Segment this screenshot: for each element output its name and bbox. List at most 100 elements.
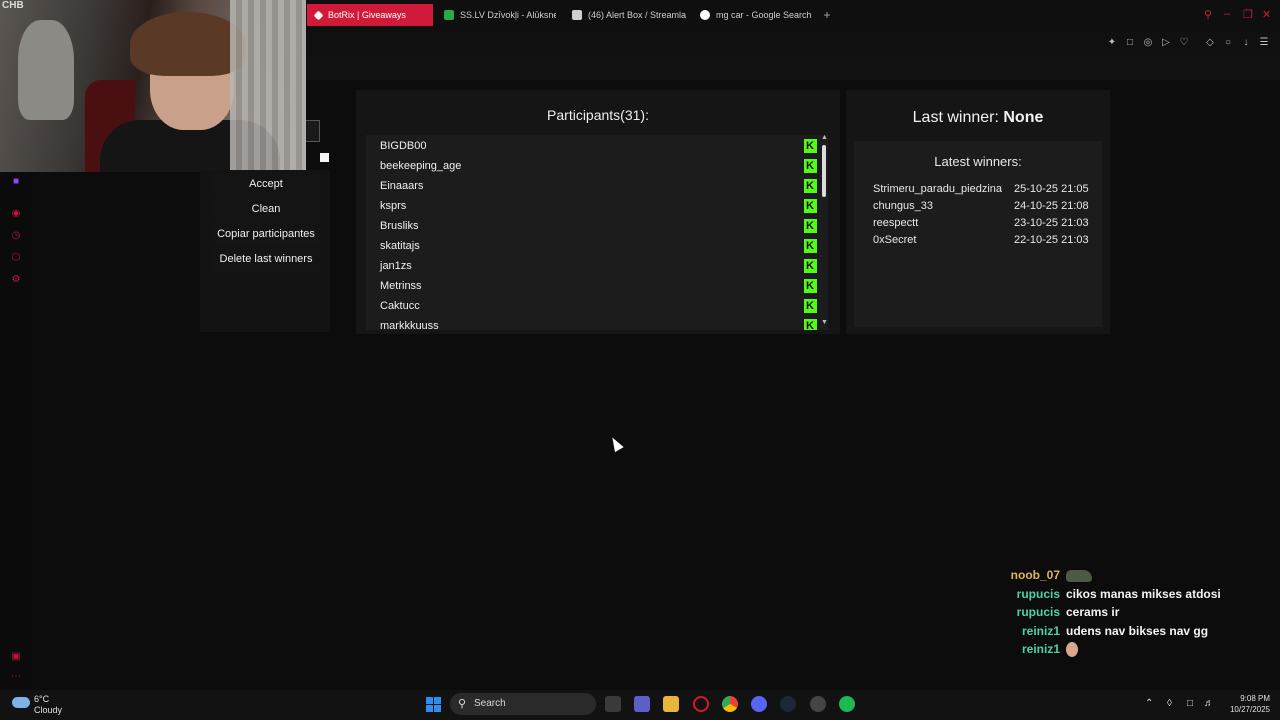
kick-platform-icon: K bbox=[804, 259, 817, 273]
accept-button[interactable]: Accept bbox=[212, 173, 320, 195]
settings-gear-icon[interactable]: ⚙ bbox=[9, 273, 23, 287]
option-checkbox[interactable] bbox=[320, 153, 329, 162]
profile-icon[interactable]: ○ bbox=[1221, 36, 1235, 50]
close-icon[interactable]: ✕ bbox=[1262, 8, 1271, 21]
task-view-icon[interactable] bbox=[605, 696, 621, 712]
steam-icon[interactable] bbox=[780, 696, 796, 712]
windows-start-icon[interactable] bbox=[426, 697, 441, 712]
winner-row: chungus_33 24-10-25 21:08 bbox=[873, 198, 1103, 215]
face-emote-icon bbox=[1066, 642, 1078, 658]
cloud-weather-icon[interactable] bbox=[12, 697, 30, 708]
tab-label: (46) Alert Box / Streamlab bbox=[588, 10, 686, 20]
network-icon[interactable]: □ bbox=[1187, 698, 1193, 709]
clean-button[interactable]: Clean bbox=[212, 198, 320, 220]
chat-message: reiniz1 udens nav bikses nav gg bbox=[1000, 622, 1208, 640]
chat-text: cerams ir bbox=[1066, 605, 1120, 619]
participant-name: jan1zs bbox=[380, 260, 412, 272]
winner-name: 0xSecret bbox=[873, 234, 917, 246]
participant-row[interactable]: beekeeping_age K bbox=[380, 156, 817, 176]
opera-gx-icon[interactable] bbox=[693, 696, 709, 712]
file-explorer-icon[interactable] bbox=[663, 696, 679, 712]
participant-name: Caktucc bbox=[380, 300, 420, 312]
participant-name: Einaaars bbox=[380, 180, 424, 192]
spotify-icon[interactable] bbox=[839, 696, 855, 712]
scroll-up-icon[interactable]: ▲ bbox=[821, 134, 828, 141]
play-icon[interactable]: ▷ bbox=[1159, 36, 1173, 50]
participant-name: ksprs bbox=[380, 200, 407, 212]
chat-message: noob_07 bbox=[1000, 566, 1092, 584]
sidebar-record-icon[interactable]: ◉ bbox=[9, 207, 23, 221]
chat-message: rupucis cikos manas mikses atdosi bbox=[1000, 585, 1221, 603]
extensions-icon[interactable]: ◇ bbox=[1203, 36, 1217, 50]
snapshot-icon[interactable]: □ bbox=[1123, 36, 1137, 50]
tab-label: SS.LV Dzīvokļi - Alūksne bbox=[460, 10, 556, 20]
sidebar-extension-icon[interactable]: ⬡ bbox=[9, 251, 23, 265]
winner-date: 23-10-25 21:03 bbox=[1014, 217, 1089, 229]
participant-row[interactable]: ksprs K bbox=[380, 196, 817, 216]
new-tab-plus-icon[interactable]: + bbox=[820, 8, 834, 22]
sidebar-bottom-icon[interactable]: ▣ bbox=[9, 650, 23, 664]
taskbar-time[interactable]: 9:08 PM bbox=[1226, 694, 1270, 703]
participant-row[interactable]: skatitajs K bbox=[380, 236, 817, 256]
frog-emote-icon bbox=[1066, 569, 1092, 582]
participants-title: Participants(31): bbox=[547, 107, 649, 123]
participants-list[interactable]: BIGDB00 K beekeeping_age K Einaaars K ks… bbox=[366, 135, 828, 330]
menu-icon[interactable]: ☰ bbox=[1257, 36, 1271, 50]
volume-icon[interactable]: ♬ bbox=[1204, 698, 1214, 709]
curtain bbox=[230, 0, 306, 172]
participant-row[interactable]: markkkuuss K bbox=[380, 316, 817, 330]
participant-name: skatitajs bbox=[380, 240, 420, 252]
kick-platform-icon: K bbox=[804, 219, 817, 233]
kick-platform-icon: K bbox=[804, 239, 817, 253]
teams-icon[interactable] bbox=[634, 696, 650, 712]
kick-platform-icon: K bbox=[804, 159, 817, 173]
winner-row: reespectt 23-10-25 21:03 bbox=[873, 215, 1103, 232]
tab-streamlabs-alert-box[interactable]: (46) Alert Box / Streamlab bbox=[564, 4, 686, 26]
taskbar-search[interactable]: ⚲ Search bbox=[450, 693, 596, 715]
history-icon[interactable]: ◷ bbox=[9, 229, 23, 243]
streamlabs-favicon-icon bbox=[572, 10, 582, 20]
weather-temperature[interactable]: 6°C bbox=[34, 694, 49, 704]
participant-row[interactable]: Brusliks K bbox=[380, 216, 817, 236]
chat-text: udens nav bikses nav gg bbox=[1066, 624, 1209, 638]
tab-ss-lv[interactable]: SS.LV Dzīvokļi - Alūksne bbox=[436, 4, 556, 26]
download-icon[interactable]: ↓ bbox=[1239, 36, 1253, 50]
delete-last-winners-button[interactable]: Delete last winners bbox=[212, 248, 320, 270]
participant-row[interactable]: Einaaars K bbox=[380, 176, 817, 196]
winner-date: 24-10-25 21:08 bbox=[1014, 200, 1089, 212]
participant-row[interactable]: Caktucc K bbox=[380, 296, 817, 316]
scroll-down-icon[interactable]: ▼ bbox=[821, 319, 828, 326]
tab-botrix-giveaways[interactable]: BotRix | Giveaways bbox=[307, 4, 433, 26]
discord-icon[interactable] bbox=[751, 696, 767, 712]
tray-chevron-up-icon[interactable]: ⌃ bbox=[1145, 698, 1153, 709]
webcam-overlay: CHB bbox=[0, 0, 306, 172]
weather-condition[interactable]: Cloudy bbox=[34, 705, 62, 715]
winner-name: Strimeru_paradu_piedzina bbox=[873, 183, 1003, 195]
obs-icon[interactable] bbox=[810, 696, 826, 712]
maximize-icon[interactable]: ❐ bbox=[1243, 8, 1253, 21]
webcam-overlay-text: CHB bbox=[2, 0, 24, 11]
chat-username: reiniz1 bbox=[1021, 624, 1060, 638]
heart-icon[interactable]: ♡ bbox=[1177, 36, 1191, 50]
taskbar-date[interactable]: 10/27/2025 bbox=[1220, 705, 1270, 714]
participant-row[interactable]: BIGDB00 K bbox=[380, 136, 817, 156]
participant-row[interactable]: Metrinss K bbox=[380, 276, 817, 296]
participant-name: markkkuuss bbox=[380, 320, 439, 330]
participant-name: BIGDB00 bbox=[380, 140, 427, 152]
sidebar-more-icon[interactable]: ⋯ bbox=[9, 670, 23, 684]
minimize-icon[interactable]: – bbox=[1224, 8, 1230, 20]
participants-scrollbar[interactable] bbox=[822, 145, 826, 197]
participant-row[interactable]: jan1zs K bbox=[380, 256, 817, 276]
pin-icon[interactable]: ✦ bbox=[1105, 36, 1119, 50]
shield-icon[interactable]: ◎ bbox=[1141, 36, 1155, 50]
microphone-icon[interactable]: ◊ bbox=[1167, 698, 1172, 709]
tab-google-search[interactable]: mg car - Google Search bbox=[692, 4, 814, 26]
keyword-input[interactable] bbox=[306, 120, 320, 142]
last-winner-label: Last winner: bbox=[912, 109, 999, 126]
chrome-icon[interactable] bbox=[722, 696, 738, 712]
twitch-icon[interactable]: ■ bbox=[9, 175, 23, 189]
copy-participants-button[interactable]: Copiar participantes bbox=[212, 223, 320, 245]
kick-platform-icon: K bbox=[804, 179, 817, 193]
search-tabs-icon[interactable]: ⚲ bbox=[1204, 8, 1212, 21]
winner-date: 22-10-25 21:03 bbox=[1014, 234, 1089, 246]
